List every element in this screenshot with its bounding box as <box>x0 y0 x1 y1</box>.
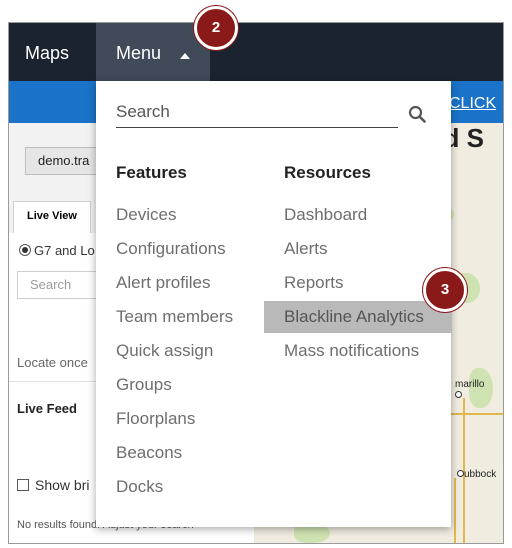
menu-item-devices[interactable]: Devices <box>116 199 176 231</box>
menu-item-dashboard[interactable]: Dashboard <box>284 199 367 231</box>
menu-search-field[interactable] <box>116 99 398 128</box>
show-checkbox-row[interactable]: Show bri <box>17 477 89 493</box>
menu-item-team-members[interactable]: Team members <box>116 301 233 333</box>
features-heading: Features <box>116 163 187 182</box>
menu-item-alert-profiles[interactable]: Alert profiles <box>116 267 210 299</box>
menu-item-quick-assign[interactable]: Quick assign <box>116 335 213 367</box>
city-marker-icon <box>457 470 464 477</box>
caret-up-icon <box>180 53 190 59</box>
checkbox-icon <box>17 479 29 491</box>
menu-item-configurations[interactable]: Configurations <box>116 233 226 265</box>
map-road <box>454 478 456 543</box>
menu-nav-label: Menu <box>116 43 162 63</box>
map-city-label: ubbock <box>457 469 496 480</box>
menu-item-alerts[interactable]: Alerts <box>284 233 327 265</box>
maps-nav-link[interactable]: Maps <box>25 43 69 64</box>
top-nav-bar: Maps Menu <box>9 23 503 81</box>
step-callout-badge: 3 <box>423 268 467 312</box>
menu-item-floorplans[interactable]: Floorplans <box>116 403 195 435</box>
live-feed-title: Live Feed <box>17 401 77 416</box>
search-icon[interactable] <box>408 105 426 123</box>
radio-option[interactable]: G7 and Lo <box>19 243 95 258</box>
menu-item-blackline-analytics[interactable]: Blackline Analytics <box>264 301 452 333</box>
banner-click-link[interactable]: CLICK <box>449 95 496 113</box>
city-marker-icon <box>455 391 462 398</box>
menu-item-docks[interactable]: Docks <box>116 471 163 503</box>
radio-selected-icon <box>19 244 31 256</box>
menu-item-beacons[interactable]: Beacons <box>116 437 182 469</box>
resources-heading: Resources <box>284 163 371 182</box>
show-checkbox-label: Show bri <box>35 477 90 493</box>
menu-item-groups[interactable]: Groups <box>116 369 172 401</box>
tab-live-view[interactable]: Live View <box>13 201 91 234</box>
step-callout-badge: 2 <box>194 6 238 50</box>
menu-nav-button[interactable]: Menu <box>96 23 210 81</box>
map-city-label: marillo <box>455 379 484 401</box>
menu-search-input[interactable] <box>116 99 376 125</box>
radio-label: G7 and Lo <box>34 243 95 258</box>
menu-item-mass-notifications[interactable]: Mass notifications <box>284 335 419 367</box>
locate-once-text[interactable]: Locate once <box>17 355 88 370</box>
menu-item-reports[interactable]: Reports <box>284 267 344 299</box>
menu-dropdown: Features Resources Devices Configuration… <box>96 81 452 527</box>
